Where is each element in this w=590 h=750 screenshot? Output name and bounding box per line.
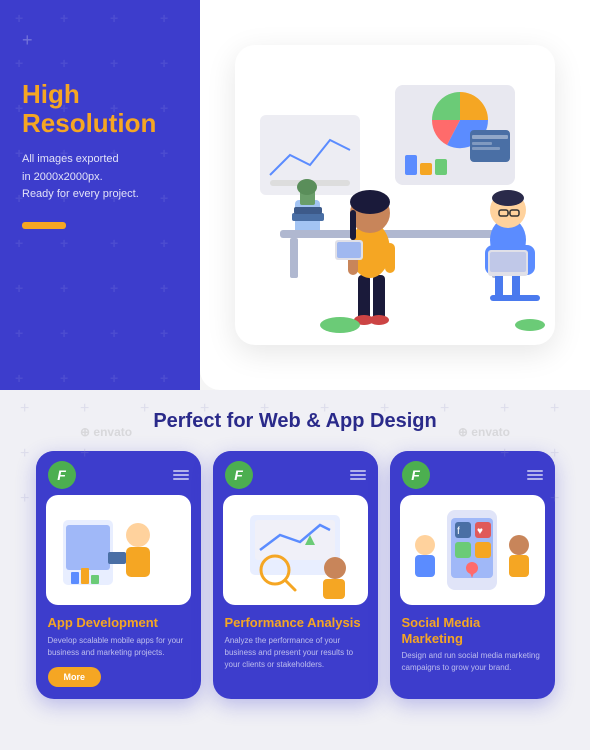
bottom-title: Perfect for Web & App Design — [20, 410, 570, 433]
card-logo-2: F — [225, 461, 253, 489]
card-menu-3[interactable] — [527, 470, 543, 480]
app-dev-illustration — [53, 500, 183, 600]
social-media-illustration: f ♥ — [407, 500, 537, 600]
card-image-1 — [46, 495, 191, 605]
hero-title-high: High — [22, 80, 178, 109]
card-social-media: F — [390, 451, 555, 699]
hero-subtitle: All images exported in 2000x2000px. Read… — [22, 151, 178, 204]
svg-text:♥: ♥ — [477, 526, 483, 537]
hero-title: High Resolution — [22, 80, 178, 137]
card-image-3: f ♥ — [400, 495, 545, 605]
card-desc-2: Analyze the performance of your business… — [225, 635, 366, 671]
card-content-1: App Development Develop scalable mobile … — [36, 605, 201, 699]
hero-title-resolution: Resolution — [22, 109, 178, 138]
left-panel: + + + + + + + + + + + + + + + + + + + + … — [0, 0, 200, 390]
card-desc-1: Develop scalable mobile apps for your bu… — [48, 635, 189, 659]
illustration-card — [235, 45, 555, 345]
card-menu-1[interactable] — [173, 470, 189, 480]
cta-bar — [22, 222, 66, 229]
card-header-2: F — [213, 451, 378, 495]
card-title-1: App Development — [48, 615, 189, 631]
hero-illustration — [240, 55, 550, 335]
bottom-section: + + + + + + + + + + + + + + + + ⊕ envato… — [0, 390, 590, 750]
more-button[interactable]: More — [48, 667, 102, 687]
card-menu-2[interactable] — [350, 470, 366, 480]
card-header-3: F — [390, 451, 555, 495]
card-image-2 — [223, 495, 368, 605]
card-title-2: Performance Analysis — [225, 615, 366, 631]
card-performance: F — [213, 451, 378, 699]
right-panel: ⊕ envato — [200, 0, 590, 390]
card-content-3: Social Media Marketing Design and run so… — [390, 605, 555, 699]
card-logo-3: F — [402, 461, 430, 489]
card-header-1: F — [36, 451, 201, 495]
card-logo-1: F — [48, 461, 76, 489]
cards-row: F — [20, 451, 570, 699]
card-desc-3: Design and run social media marketing ca… — [402, 650, 543, 674]
card-title-3: Social Media Marketing — [402, 615, 543, 646]
card-content-2: Performance Analysis Analyze the perform… — [213, 605, 378, 699]
performance-illustration — [230, 500, 360, 600]
top-section: + + + + + + + + + + + + + + + + + + + + … — [0, 0, 590, 390]
card-app-development: F — [36, 451, 201, 699]
svg-text:f: f — [457, 526, 460, 537]
